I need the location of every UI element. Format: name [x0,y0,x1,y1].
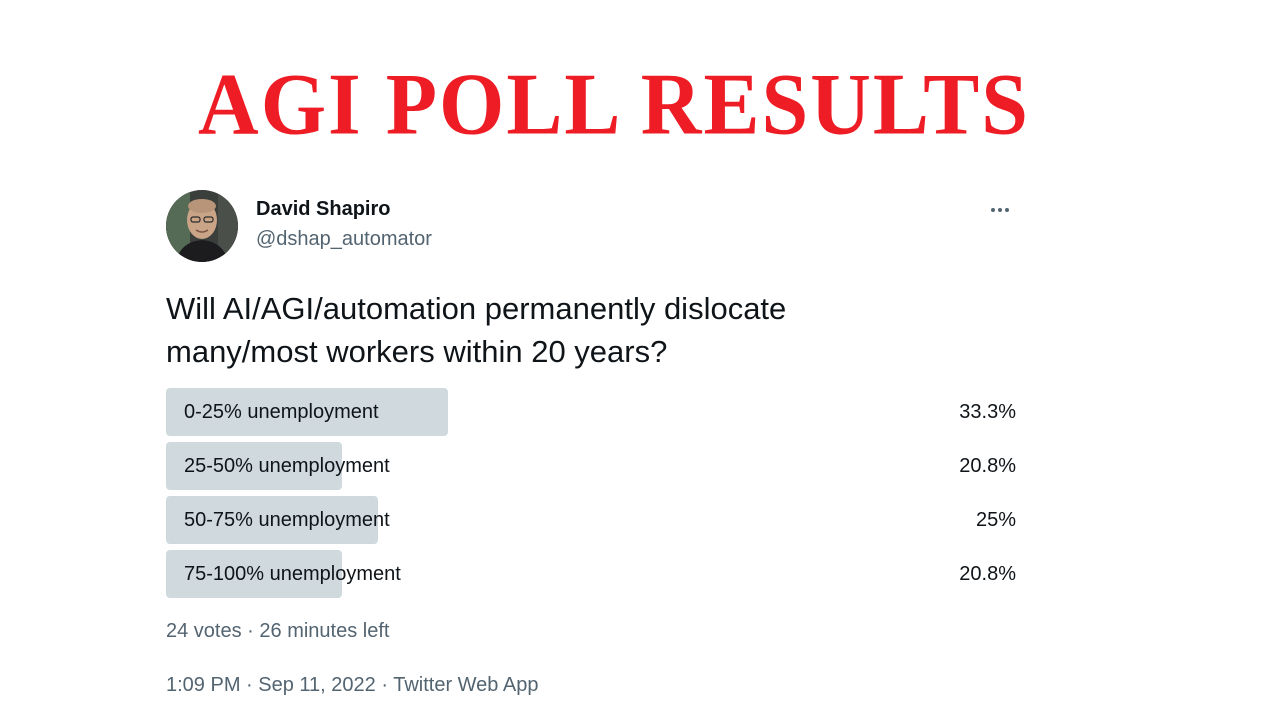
poll-option-percent: 20.8% [959,563,1016,585]
poll-option-label: 25-50% unemployment [184,455,390,477]
avatar[interactable] [166,190,238,262]
poll-vote-count: 24 votes [166,620,242,642]
tweet-header: David Shapiro @dshap_automator [166,190,1016,262]
poll-time-left: 26 minutes left [259,620,390,642]
avatar-photo-icon [166,190,238,262]
more-horizontal-icon [991,208,1009,212]
tweet-source[interactable]: Twitter Web App [393,674,538,696]
separator: · [375,674,394,696]
separator: · [241,620,260,642]
poll-summary: 24 votes · 26 minutes left [166,618,389,644]
poll: 0-25% unemployment 33.3% 25-50% unemploy… [166,388,1016,604]
poll-option: 0-25% unemployment 33.3% [166,388,1016,436]
separator: · [240,674,259,696]
tweet-text-line: Will AI/AGI/automation permanently dislo… [166,291,787,326]
poll-option: 50-75% unemployment 25% [166,496,1016,544]
poll-option: 25-50% unemployment 20.8% [166,442,1016,490]
poll-option-percent: 33.3% [959,401,1016,423]
tweet-text-line: many/most workers within 20 years? [166,334,668,369]
poll-option-percent: 20.8% [959,455,1016,477]
tweet-card: David Shapiro @dshap_automator Will AI/A… [166,190,1016,696]
poll-option-label: 50-75% unemployment [184,509,390,531]
author-handle[interactable]: @dshap_automator [256,226,432,252]
tweet-meta: 1:09 PM · Sep 11, 2022 · Twitter Web App [166,672,538,698]
tweet-date[interactable]: Sep 11, 2022 [258,674,376,696]
more-options-button[interactable] [984,194,1016,226]
poll-option-label: 75-100% unemployment [184,563,401,585]
author-display-name[interactable]: David Shapiro [256,196,432,222]
poll-option-percent: 25% [975,509,1016,531]
tweet-text: Will AI/AGI/automation permanently dislo… [166,287,926,373]
author-names: David Shapiro @dshap_automator [256,196,432,252]
poll-results-banner: AGI POLL RESULTS [198,55,1030,154]
poll-option-label: 0-25% unemployment [184,401,379,423]
poll-option: 75-100% unemployment 20.8% [166,550,1016,598]
tweet-timestamp[interactable]: 1:09 PM [166,674,240,696]
